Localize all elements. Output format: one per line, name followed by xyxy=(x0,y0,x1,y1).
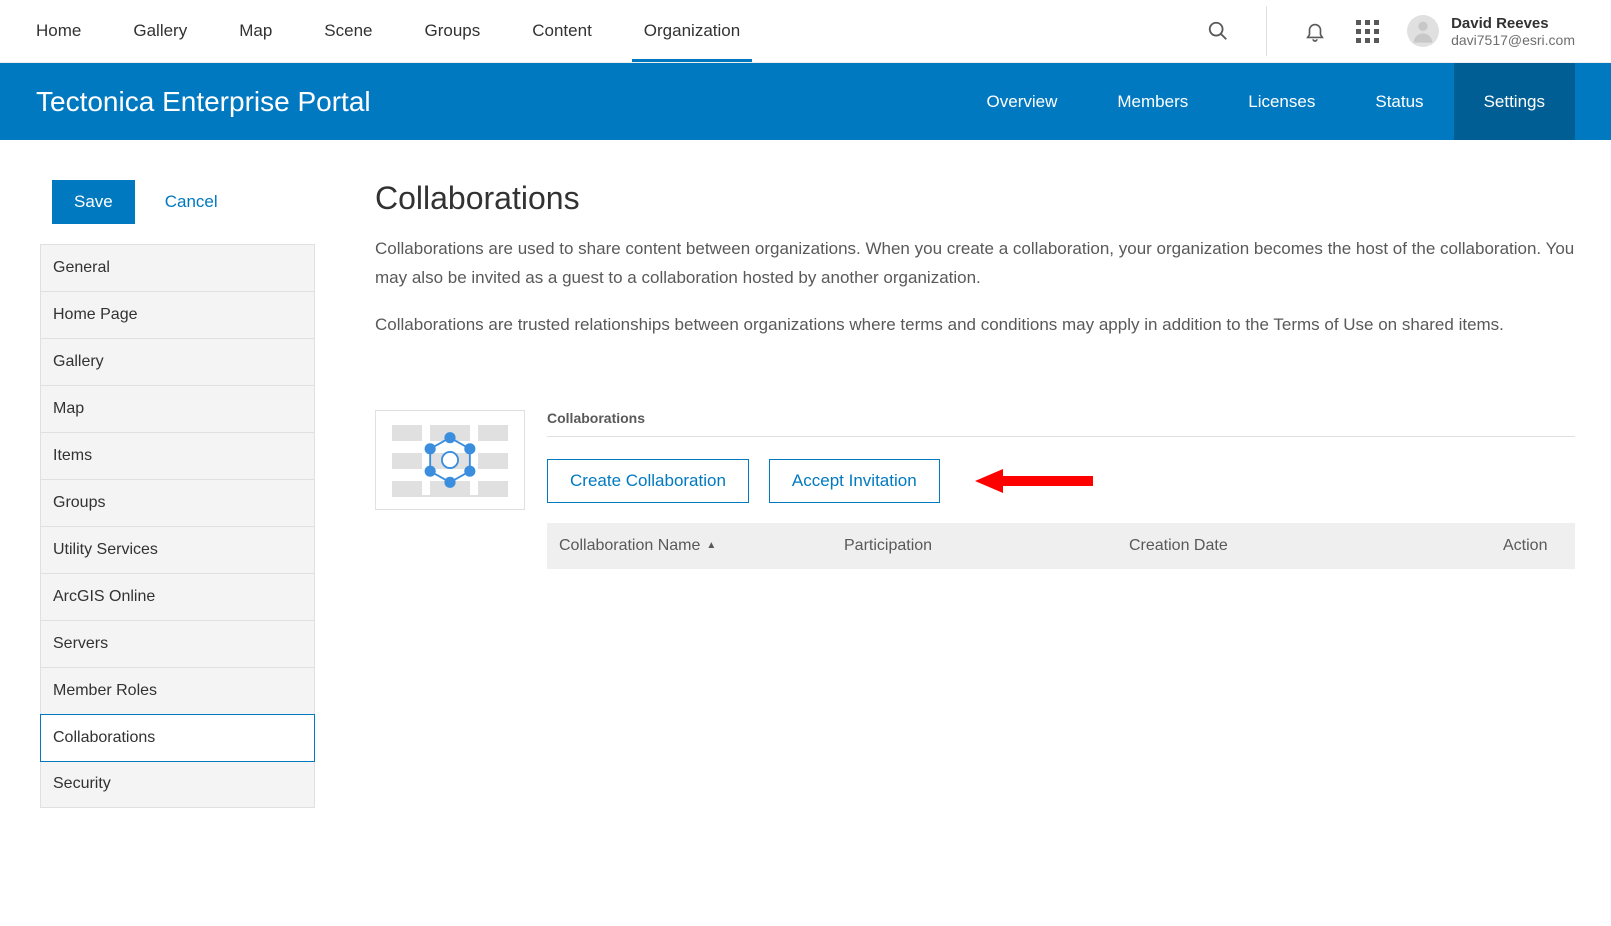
sort-asc-icon: ▲ xyxy=(706,540,716,551)
user-email: davi7517@esri.com xyxy=(1451,32,1575,48)
sidebar-item-member-roles[interactable]: Member Roles xyxy=(41,668,314,715)
sidebar-item-utility-services[interactable]: Utility Services xyxy=(41,527,314,574)
nav-organization[interactable]: Organization xyxy=(644,1,740,61)
tab-licenses[interactable]: Licenses xyxy=(1218,63,1345,140)
top-nav-right: David Reeves davi7517@esri.com xyxy=(1206,6,1575,56)
org-title: Tectonica Enterprise Portal xyxy=(36,86,957,118)
nav-content[interactable]: Content xyxy=(532,1,592,61)
avatar xyxy=(1407,15,1439,47)
main-content: Collaborations Collaborations are used t… xyxy=(375,180,1575,569)
apps-icon[interactable] xyxy=(1355,19,1379,43)
page-title: Collaborations xyxy=(375,180,1575,217)
sidebar-item-collaborations[interactable]: Collaborations xyxy=(40,714,315,762)
col-participation[interactable]: Participation xyxy=(844,537,1129,555)
settings-sidebar: General Home Page Gallery Map Items Grou… xyxy=(40,244,315,808)
accept-invitation-button[interactable]: Accept Invitation xyxy=(769,459,940,503)
top-nav-links: Home Gallery Map Scene Groups Content Or… xyxy=(36,1,1206,61)
network-icon xyxy=(419,429,481,491)
sidebar-item-arcgis-online[interactable]: ArcGIS Online xyxy=(41,574,314,621)
collaboration-thumbnail xyxy=(375,410,525,510)
col-action: Action xyxy=(1503,537,1563,555)
search-icon[interactable] xyxy=(1206,19,1230,43)
col-label: Collaboration Name xyxy=(559,537,700,555)
sidebar-item-map[interactable]: Map xyxy=(41,386,314,433)
nav-map[interactable]: Map xyxy=(239,1,272,61)
nav-home[interactable]: Home xyxy=(36,1,81,61)
arrow-annotation-icon xyxy=(975,467,1095,495)
tab-members[interactable]: Members xyxy=(1087,63,1218,140)
tab-settings[interactable]: Settings xyxy=(1454,63,1575,140)
user-menu[interactable]: David Reeves davi7517@esri.com xyxy=(1407,15,1575,48)
left-column: Save Cancel General Home Page Gallery Ma… xyxy=(40,180,315,808)
create-collaboration-button[interactable]: Create Collaboration xyxy=(547,459,749,503)
col-creation-date[interactable]: Creation Date xyxy=(1129,537,1503,555)
org-bar: Tectonica Enterprise Portal Overview Mem… xyxy=(0,63,1611,140)
org-tabs: Overview Members Licenses Status Setting… xyxy=(957,63,1575,140)
sidebar-item-groups[interactable]: Groups xyxy=(41,480,314,527)
sidebar-item-home-page[interactable]: Home Page xyxy=(41,292,314,339)
page-description-1: Collaborations are used to share content… xyxy=(375,235,1575,293)
collaborations-section: Collaborations Create Collaboration Acce… xyxy=(375,410,1575,569)
tab-overview[interactable]: Overview xyxy=(957,63,1088,140)
sidebar-item-items[interactable]: Items xyxy=(41,433,314,480)
page-description-2: Collaborations are trusted relationships… xyxy=(375,311,1575,340)
sidebar-item-servers[interactable]: Servers xyxy=(41,621,314,668)
col-collaboration-name[interactable]: Collaboration Name ▲ xyxy=(559,537,844,555)
tab-status[interactable]: Status xyxy=(1345,63,1453,140)
separator xyxy=(1266,6,1267,56)
nav-scene[interactable]: Scene xyxy=(324,1,372,61)
cancel-button[interactable]: Cancel xyxy=(165,192,218,212)
top-nav: Home Gallery Map Scene Groups Content Or… xyxy=(0,0,1611,63)
nav-gallery[interactable]: Gallery xyxy=(133,1,187,61)
bell-icon[interactable] xyxy=(1303,19,1327,43)
section-label: Collaborations xyxy=(547,410,1575,437)
sidebar-item-security[interactable]: Security xyxy=(41,761,314,808)
table-header: Collaboration Name ▲ Participation Creat… xyxy=(547,523,1575,569)
nav-groups[interactable]: Groups xyxy=(425,1,481,61)
save-button[interactable]: Save xyxy=(52,180,135,224)
user-name: David Reeves xyxy=(1451,15,1575,32)
sidebar-item-general[interactable]: General xyxy=(41,245,314,292)
sidebar-item-gallery[interactable]: Gallery xyxy=(41,339,314,386)
